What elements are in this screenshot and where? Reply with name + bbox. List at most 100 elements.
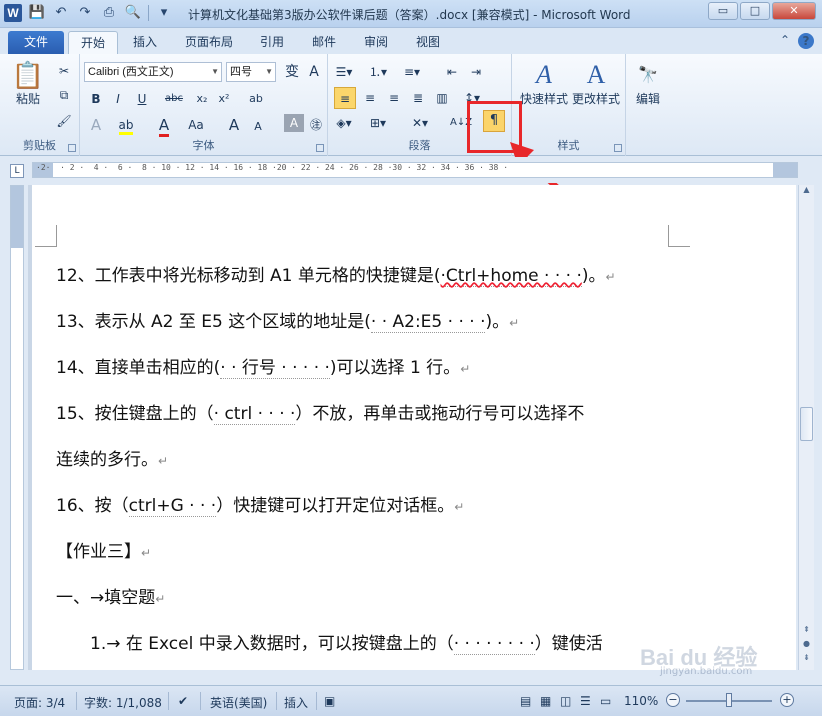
print-icon[interactable]: ⎙: [100, 4, 118, 22]
font-color-icon[interactable]: A: [154, 114, 174, 137]
clear-formatting-icon[interactable]: A: [304, 61, 324, 83]
phonetic-guide-icon[interactable]: ab: [246, 88, 266, 110]
text-effects-button[interactable]: A: [86, 114, 106, 136]
doc-line-16[interactable]: 16、按（ctrl+G · · ·）快捷键可以打开定位对话框。↵: [56, 491, 464, 517]
editing-button[interactable]: 🔭 编辑: [630, 58, 666, 118]
underline-button[interactable]: U: [132, 88, 152, 110]
web-layout-view-icon[interactable]: ◫: [560, 694, 571, 708]
highlight-color-icon[interactable]: ab: [116, 114, 136, 136]
decrease-indent-icon[interactable]: ⇤: [442, 61, 462, 83]
doc-line-14[interactable]: 14、直接单击相应的(· · 行号 · · · · ·)可以选择 1 行。↵: [56, 353, 470, 379]
font-launcher-icon[interactable]: [316, 144, 324, 152]
outline-view-icon[interactable]: ☰: [580, 694, 591, 708]
undo-icon[interactable]: ↶: [52, 4, 70, 22]
bullets-icon[interactable]: ☰▾: [334, 61, 354, 83]
doc-line-12[interactable]: 12、工作表中将光标移动到 A1 单元格的快捷键是(·Ctrl+home · ·…: [56, 261, 616, 287]
align-left-button[interactable]: ≡: [334, 87, 356, 109]
change-case-icon[interactable]: 变: [282, 61, 302, 83]
answer-text: ctrl+G · · ·: [128, 496, 217, 517]
page-count[interactable]: 页面: 3/4: [14, 694, 65, 711]
tab-page-layout[interactable]: 页面布局: [176, 31, 242, 54]
subscript-button[interactable]: x₂: [192, 88, 212, 110]
tab-review[interactable]: 审阅: [354, 31, 398, 54]
font-name-combo[interactable]: Calibri (西文正文) ▼: [84, 62, 222, 82]
shrink-font-button[interactable]: A: [248, 116, 268, 138]
maximize-button[interactable]: □: [740, 2, 770, 20]
next-page-icon[interactable]: ⇟: [800, 653, 813, 667]
font-size-combo[interactable]: 四号 ▼: [226, 62, 276, 82]
grow-font-button[interactable]: A: [224, 114, 244, 136]
paste-button[interactable]: 📋 粘贴: [8, 60, 48, 120]
insert-mode[interactable]: 插入: [284, 694, 308, 711]
strikethrough-button[interactable]: abc: [164, 88, 184, 110]
doc-line-15[interactable]: 15、按住键盘上的（· ctrl · · · ·）不放，再单击或拖动行号可以选择…: [56, 399, 584, 425]
line-suffix: ）键使活: [534, 634, 603, 654]
ribbon: 📋 粘贴 ✂ ⧉ 🖌 剪贴板 Calibri (西文正文) ▼ 四号 ▼ 变 A…: [0, 54, 822, 156]
clipboard-launcher-icon[interactable]: [68, 144, 76, 152]
copy-icon[interactable]: ⧉: [54, 84, 74, 106]
doc-line-13[interactable]: 13、表示从 A2 至 E5 这个区域的地址是(· · A2:E5 · · · …: [56, 307, 519, 333]
word-count[interactable]: 字数: 1/1,088: [84, 694, 162, 711]
tab-file[interactable]: 文件: [8, 31, 64, 54]
save-icon[interactable]: 💾: [28, 4, 46, 22]
zoom-slider-knob[interactable]: [726, 693, 732, 707]
align-right-icon[interactable]: ≡: [384, 87, 404, 109]
status-separator: [316, 692, 317, 710]
increase-indent-icon[interactable]: ⇥: [466, 61, 486, 83]
quick-styles-button[interactable]: A 快速样式: [518, 58, 570, 118]
print-preview-icon[interactable]: 🔍: [124, 4, 142, 22]
character-shading-icon[interactable]: A: [284, 114, 304, 132]
previous-page-icon[interactable]: ⇞: [800, 625, 813, 639]
shading-icon[interactable]: ◈▾: [334, 112, 354, 134]
customize-qat-icon[interactable]: ▾: [155, 4, 173, 22]
justify-icon[interactable]: ≣: [408, 87, 428, 109]
doc-heading-homework[interactable]: 【作业三】↵: [56, 537, 151, 562]
zoom-level[interactable]: 110%: [624, 694, 658, 708]
proofing-icon[interactable]: ✔: [178, 694, 188, 708]
draft-view-icon[interactable]: ▭: [600, 694, 611, 708]
tab-insert[interactable]: 插入: [122, 31, 168, 54]
full-screen-view-icon[interactable]: ▦: [540, 694, 551, 708]
macro-record-icon[interactable]: ▣: [324, 694, 335, 708]
tab-mailings[interactable]: 邮件: [302, 31, 346, 54]
chinese-layout-icon[interactable]: ✕▾: [410, 112, 430, 134]
doc-line-15-cont[interactable]: 连续的多行。↵: [56, 445, 168, 470]
numbering-icon[interactable]: ⒈▾: [368, 61, 388, 83]
print-layout-view-icon[interactable]: ▤: [520, 694, 531, 708]
document-area[interactable]: 12、工作表中将光标移动到 A1 单元格的快捷键是(·Ctrl+home · ·…: [28, 185, 796, 670]
borders-icon[interactable]: ⊞▾: [368, 112, 388, 134]
tab-home[interactable]: 开始: [68, 31, 118, 54]
doc-line-item-1[interactable]: 1.→ 在 Excel 中录入数据时，可以按键盘上的（· · · · · · ·…: [90, 629, 603, 655]
vertical-scrollbar[interactable]: ▲ ⇞ ● ⇟: [798, 185, 814, 670]
word-logo-icon[interactable]: W: [4, 4, 22, 22]
redo-icon[interactable]: ↷: [76, 4, 94, 22]
styles-launcher-icon[interactable]: [614, 144, 622, 152]
binoculars-icon: 🔭: [638, 65, 658, 84]
cut-icon[interactable]: ✂: [54, 60, 74, 82]
bold-button[interactable]: B: [86, 88, 106, 110]
enclose-characters-icon[interactable]: ㊟: [306, 114, 326, 136]
change-case-button[interactable]: Aa: [186, 114, 206, 136]
scroll-up-icon[interactable]: ▲: [800, 185, 813, 199]
tab-selector-icon[interactable]: L: [10, 164, 24, 178]
italic-button[interactable]: I: [108, 88, 128, 110]
help-icon[interactable]: ?: [798, 33, 814, 49]
minimize-button[interactable]: ▭: [708, 2, 738, 20]
doc-heading-fill-blank[interactable]: 一、→填空题↵: [56, 583, 165, 608]
align-center-icon[interactable]: ≡: [360, 87, 380, 109]
tab-view[interactable]: 视图: [406, 31, 450, 54]
minimize-ribbon-icon[interactable]: ⌃: [780, 33, 790, 49]
superscript-button[interactable]: x²: [214, 88, 234, 110]
close-button[interactable]: ✕: [772, 2, 816, 20]
browse-object-icon[interactable]: ●: [800, 639, 813, 653]
language-indicator[interactable]: 英语(美国): [210, 694, 267, 711]
change-styles-button[interactable]: A 更改样式: [570, 58, 622, 118]
document-page[interactable]: 12、工作表中将光标移动到 A1 单元格的快捷键是(·Ctrl+home · ·…: [32, 185, 796, 670]
zoom-in-icon[interactable]: +: [780, 693, 794, 707]
distributed-icon[interactable]: ▥: [432, 87, 452, 109]
zoom-out-icon[interactable]: −: [666, 693, 680, 707]
scrollbar-thumb[interactable]: [800, 407, 813, 441]
tab-references[interactable]: 引用: [250, 31, 294, 54]
format-painter-icon[interactable]: 🖌: [54, 110, 74, 132]
multilevel-list-icon[interactable]: ≡▾: [402, 61, 422, 83]
